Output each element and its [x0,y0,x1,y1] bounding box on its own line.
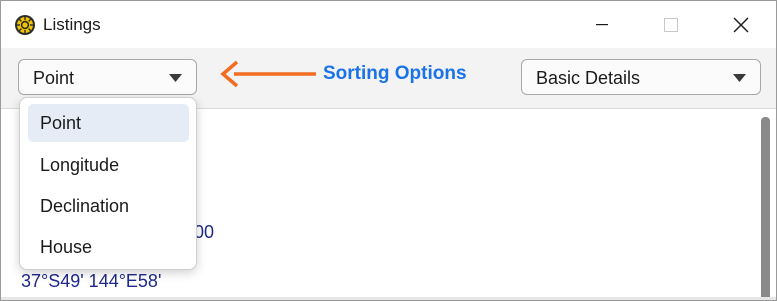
maximize-icon [664,17,678,32]
details-combobox-value: Basic Details [536,68,641,88]
vertical-scrollbar[interactable] [761,117,770,300]
coordinates-text: 37°S49' 144°E58' [21,271,162,291]
maximize-button[interactable] [648,1,694,48]
sorting-options-annotation: Sorting Options [323,63,467,84]
window-title: Listings [43,15,101,34]
chevron-down-icon [733,74,746,82]
sort-combobox[interactable]: Point [18,59,197,95]
minimize-button[interactable] [579,1,625,48]
bottom-bar [1,297,776,300]
dropdown-item-point[interactable]: Point [28,104,189,142]
listings-window: Listings Point Basic Details Sorting Opt… [0,0,777,301]
title-bar: Listings [1,1,776,48]
dropdown-item-longitude[interactable]: Longitude [28,146,189,184]
close-button[interactable] [718,1,764,48]
sort-dropdown-list: Point Longitude Declination House [19,97,197,270]
details-combobox[interactable]: Basic Details [521,59,761,95]
dropdown-item-house[interactable]: House [28,228,189,266]
annotation-arrow-icon [220,60,316,88]
dropdown-item-declination[interactable]: Declination [28,187,189,225]
chevron-down-icon [169,74,182,82]
sun-wheel-icon [15,15,35,35]
minimize-icon [596,23,608,25]
sort-combobox-value: Point [33,68,75,88]
close-icon [733,17,749,32]
